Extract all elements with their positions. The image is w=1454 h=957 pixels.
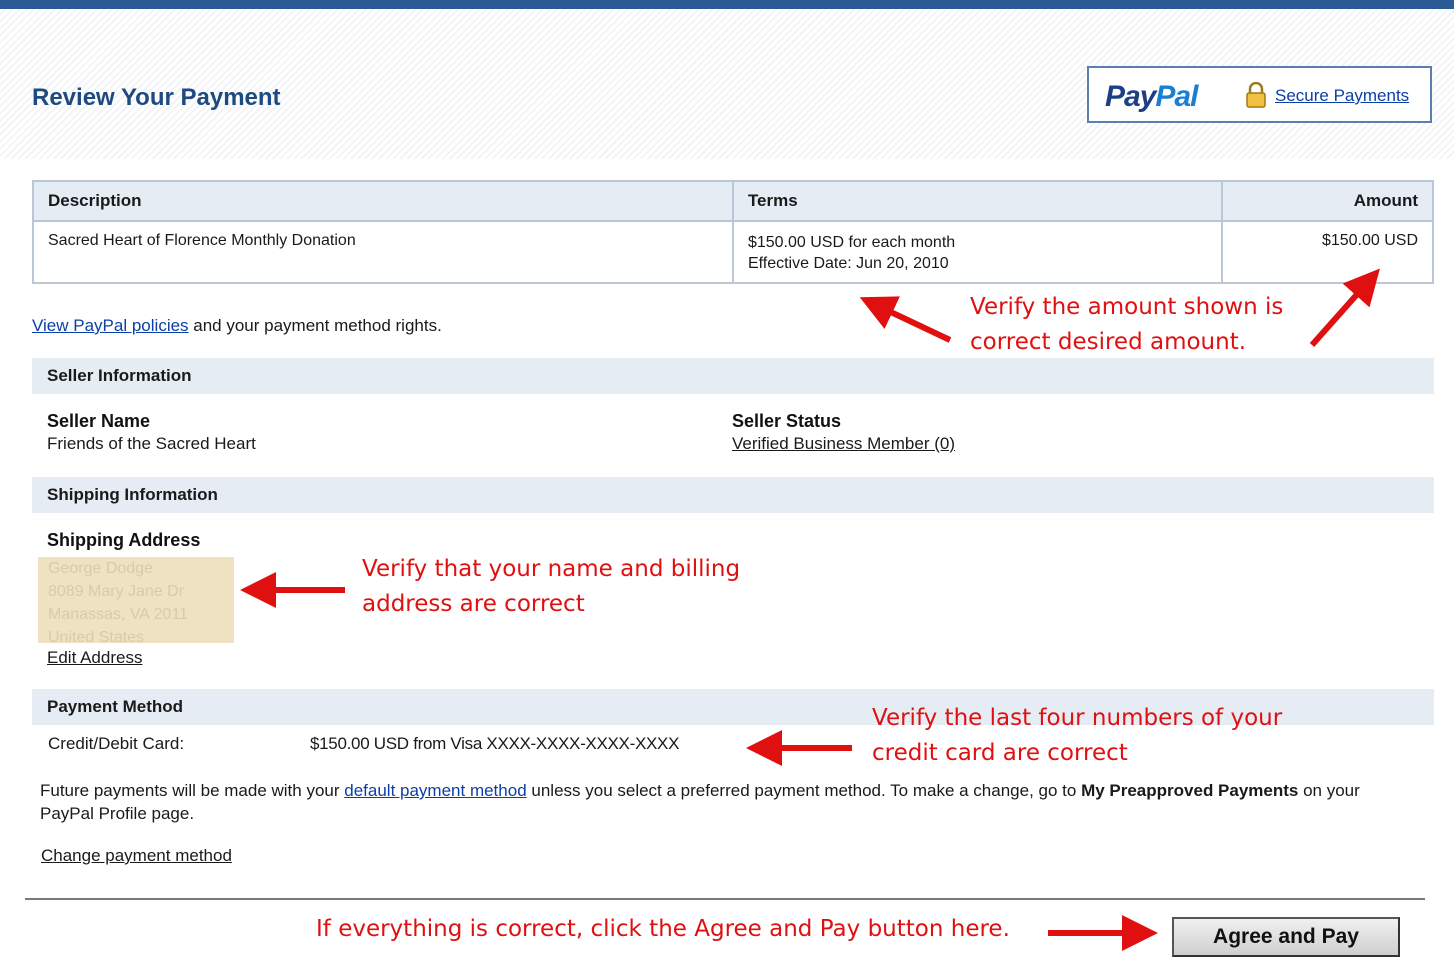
annotation-agree: If everything is correct, click the Agre…: [316, 916, 1010, 942]
payment-items-table: Description Terms Amount Sacred Heart of…: [32, 180, 1434, 284]
arrow-to-amount-icon: [1309, 268, 1380, 347]
top-bar: [0, 0, 1454, 9]
lock-icon: [1246, 82, 1266, 108]
change-payment-method-link[interactable]: Change payment method: [41, 846, 232, 866]
policies-text: View PayPal policies and your payment me…: [32, 316, 442, 335]
paypal-badge: PayPal Secure Payments: [1087, 66, 1432, 123]
shipping-address-label: Shipping Address: [47, 530, 201, 550]
item-terms: $150.00 USD for each month Effective Dat…: [731, 220, 1224, 284]
terms-effective-date: Effective Date: Jun 20, 2010: [747, 255, 949, 272]
paypal-logo: PayPal: [1105, 80, 1198, 113]
arrow-to-terms-icon: [859, 296, 952, 343]
shipping-address-redacted: George Dodge 8089 Mary Jane Dr Manassas,…: [38, 557, 234, 643]
annotation-card: Verify the last four numbers of your cre…: [872, 705, 1283, 766]
table-header-row: Description Terms Amount: [32, 180, 1434, 222]
divider: [25, 898, 1425, 900]
item-description: Sacred Heart of Florence Monthly Donatio…: [32, 220, 734, 284]
seller-status-link[interactable]: Verified Business Member (0): [732, 434, 955, 454]
annotation-address: Verify that your name and billing addres…: [362, 556, 741, 617]
edit-address-link[interactable]: Edit Address: [47, 648, 142, 668]
column-header-terms: Terms: [731, 180, 1224, 222]
terms-price: $150.00 USD for each month: [747, 234, 956, 251]
column-header-amount: Amount: [1221, 180, 1434, 222]
table-row: Sacred Heart of Florence Monthly Donatio…: [32, 220, 1434, 284]
column-header-description: Description: [32, 180, 734, 222]
seller-status-label: Seller Status: [732, 411, 842, 431]
annotation-amount: Verify the amount shown is correct desir…: [970, 294, 1284, 355]
item-amount: $150.00 USD: [1221, 220, 1434, 284]
seller-name-value: Friends of the Sacred Heart: [47, 434, 256, 453]
payment-method-label: Credit/Debit Card:: [48, 734, 185, 753]
future-payments-text: Future payments will be made with your d…: [40, 781, 1360, 823]
shipping-section-header: Shipping Information: [32, 477, 1434, 513]
seller-section-header: Seller Information: [32, 358, 1434, 394]
seller-name-label: Seller Name: [47, 411, 151, 431]
page-title: Review Your Payment: [32, 84, 281, 111]
payment-method-value: $150.00 USD from Visa XXXX-XXXX-XXXX-XXX…: [310, 734, 680, 753]
agree-and-pay-button[interactable]: Agree and Pay: [1172, 917, 1400, 957]
view-policies-link[interactable]: View PayPal policies: [32, 316, 189, 335]
secure-payments-link[interactable]: Secure Payments: [1275, 86, 1409, 106]
default-payment-method-link[interactable]: default payment method: [344, 781, 526, 800]
